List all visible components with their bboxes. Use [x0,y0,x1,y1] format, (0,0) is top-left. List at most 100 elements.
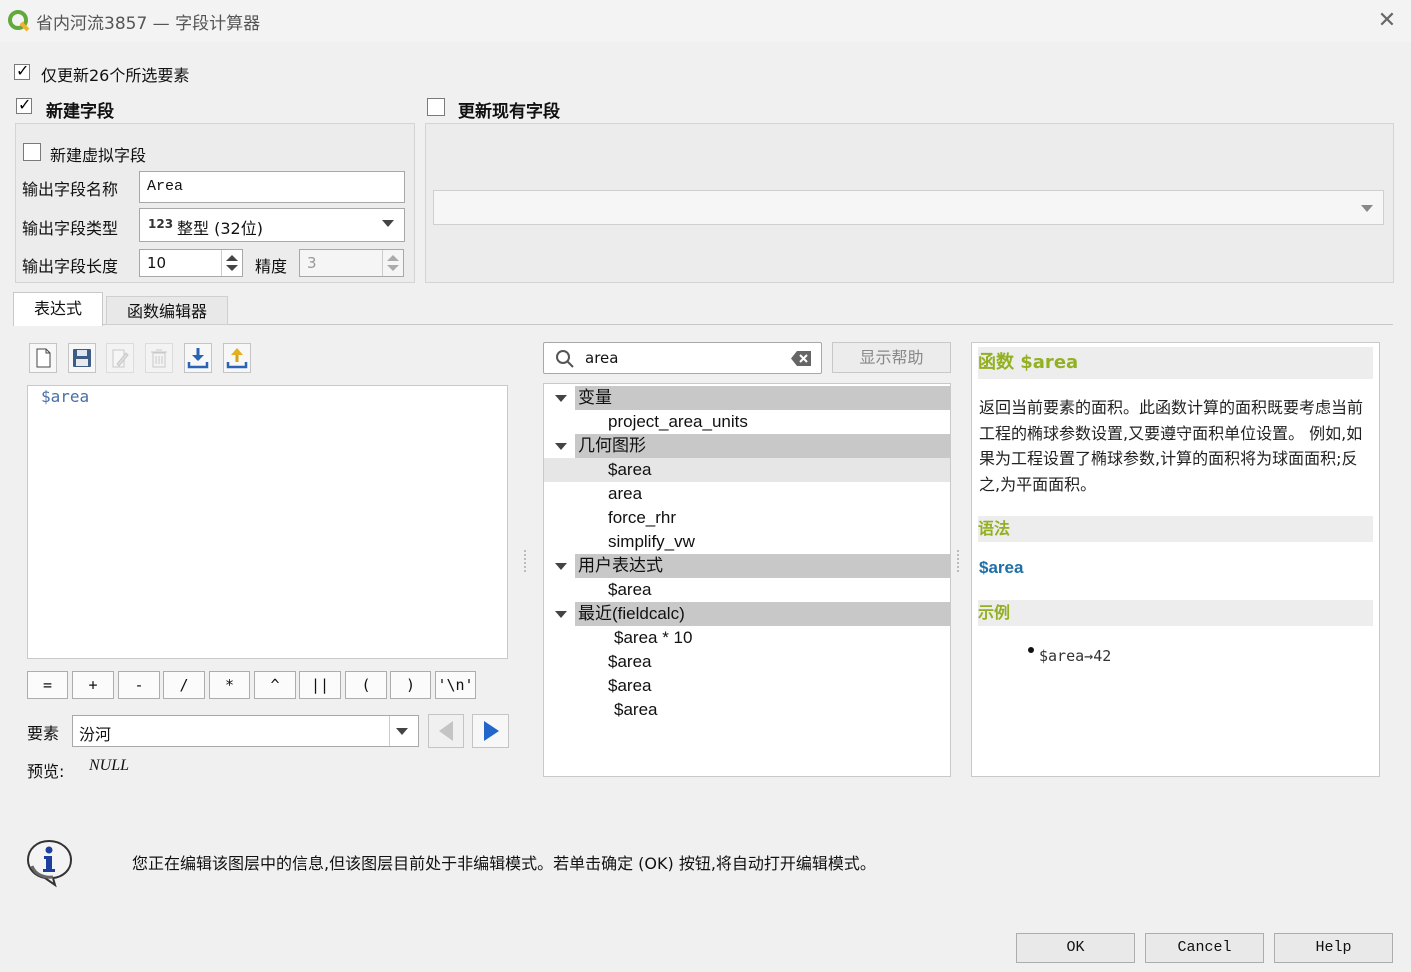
tree-item[interactable]: $area * 10 [614,626,692,650]
spin-up-icon [226,255,238,261]
qgis-logo-icon [8,10,30,32]
expand-icon [555,395,567,402]
window-title: 省内河流3857 — 字段计算器 [36,14,261,34]
function-tree: 变量 project_area_units 几何图形 $area area fo… [543,383,951,777]
splitter-handle[interactable] [524,550,529,572]
spin-down-icon [387,265,399,271]
spin-up-icon [387,255,399,261]
output-length-value: 10 [147,254,167,272]
tab-expression[interactable]: 表达式 [13,292,103,326]
tree-item-selected[interactable]: $area [544,458,950,482]
operator-minus-button[interactable]: - [118,671,160,699]
precision-value: 3 [307,254,317,272]
tree-group-recent[interactable]: 最近(fieldcalc) [544,602,950,626]
operator-concat-button[interactable]: || [299,671,341,699]
triangle-left-icon [439,721,453,741]
tree-item[interactable]: $area [608,674,651,698]
tab-function-editor[interactable]: 函数编辑器 [106,296,228,325]
precision-label: 精度 [255,257,288,276]
operator-power-button[interactable]: ^ [254,671,296,699]
edit-icon [112,349,129,368]
operator-plus-button[interactable]: + [72,671,114,699]
export-button[interactable] [223,343,251,373]
new-field-label: 新建字段 [46,102,114,122]
tree-group-geometry[interactable]: 几何图形 [544,434,950,458]
operator-equals-button[interactable]: = [27,671,68,699]
virtual-field-checkbox[interactable] [23,143,41,161]
operator-open-paren-button[interactable]: ( [345,671,387,699]
update-selected-label: 仅更新26个所选要素 [41,66,190,85]
tree-item[interactable]: simplify_vw [608,530,695,554]
tree-group-variables[interactable]: 变量 [544,386,950,410]
delete-button[interactable] [145,343,173,373]
tree-group-user-expressions[interactable]: 用户表达式 [544,554,950,578]
integer-type-icon: 123 [148,217,174,231]
output-type-value: 整型 (32位) [177,219,263,238]
splitter-handle[interactable] [957,550,962,572]
show-help-button[interactable]: 显示帮助 [832,342,951,373]
new-file-button[interactable] [29,343,57,373]
existing-field-select[interactable] [433,190,1384,225]
info-message: 您正在编辑该图层中的信息,但该图层目前处于非编辑模式。若单击确定 (OK) 按钮… [132,854,876,873]
tree-item[interactable]: force_rhr [608,506,676,530]
trash-icon [151,349,167,368]
output-type-select[interactable]: 123 整型 (32位) [139,208,405,242]
precision-spinbox[interactable]: 3 [299,249,404,277]
tree-item[interactable]: $area [614,698,657,722]
new-field-checkbox[interactable]: ✓ [16,95,32,114]
operator-divide-button[interactable]: / [163,671,205,699]
update-existing-checkbox[interactable] [427,98,445,116]
triangle-right-icon [484,721,499,741]
close-icon[interactable]: ✕ [1376,8,1398,33]
search-value: area [585,349,619,367]
ok-button[interactable]: OK [1016,933,1135,963]
tree-item[interactable]: area [608,482,642,506]
syntax-text: $area [979,558,1024,577]
expand-icon [555,611,567,618]
preview-label: 预览: [27,762,65,781]
save-button[interactable] [68,343,96,373]
feature-select[interactable]: 汾河 [72,715,419,747]
expression-editor[interactable]: $area [27,385,508,659]
expand-icon [555,563,567,570]
tree-item[interactable]: $area [608,578,651,602]
operator-newline-button[interactable]: '\n' [435,671,476,699]
upload-icon [226,348,248,369]
search-input[interactable]: area [543,342,822,374]
new-file-icon [36,348,51,368]
clear-icon[interactable] [791,351,811,366]
next-feature-button[interactable] [472,714,509,748]
spin-buttons[interactable] [221,250,242,276]
tree-item[interactable]: project_area_units [608,410,748,434]
edit-button[interactable] [106,343,134,373]
help-button[interactable]: Help [1274,933,1393,963]
help-description: 返回当前要素的面积。此函数计算的面积既要考虑当前工程的椭球参数设置,又要遵守面积… [979,398,1364,494]
examples-header: 示例 [978,600,1373,626]
preview-value: NULL [89,757,130,774]
help-title: 函数 $area [978,347,1373,379]
divider [389,716,390,746]
cancel-button[interactable]: Cancel [1145,933,1264,963]
output-name-label: 输出字段名称 [22,180,119,199]
expression-text: $area [41,387,90,406]
help-panel: 函数 $area 返回当前要素的面积。此函数计算的面积既要考虑当前工程的椭球参数… [971,342,1380,777]
operator-close-paren-button[interactable]: ) [390,671,431,699]
import-button[interactable] [184,343,212,373]
output-type-label: 输出字段类型 [22,219,119,238]
syntax-header: 语法 [978,516,1373,542]
expand-icon [555,443,567,450]
previous-feature-button[interactable] [428,714,464,748]
output-length-label: 输出字段长度 [22,257,119,276]
virtual-field-label: 新建虚拟字段 [50,146,147,165]
tree-item[interactable]: $area [608,650,651,674]
spin-buttons[interactable] [382,250,403,276]
download-icon [187,348,209,369]
output-name-field[interactable]: Area [139,171,405,203]
operator-multiply-button[interactable]: * [209,671,250,699]
update-selected-checkbox[interactable]: ✓ [14,61,30,80]
search-icon [556,350,574,368]
save-icon [73,349,91,367]
update-existing-label: 更新现有字段 [458,102,560,122]
output-length-spinbox[interactable]: 10 [139,249,243,277]
chevron-down-icon [1361,205,1373,212]
